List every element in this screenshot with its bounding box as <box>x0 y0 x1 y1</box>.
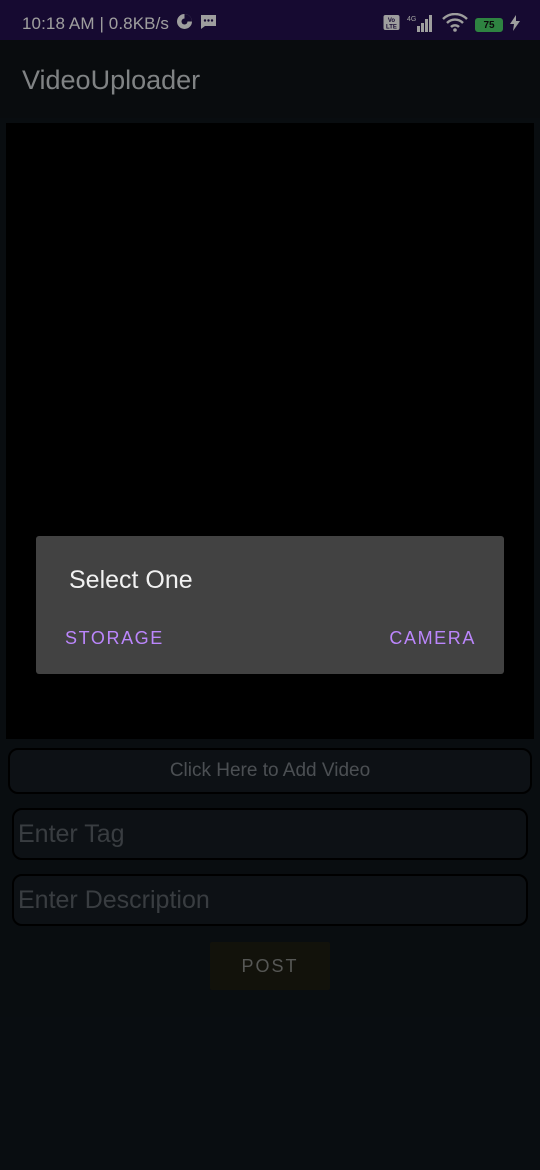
select-source-dialog: Select One STORAGE CAMERA <box>36 536 504 674</box>
camera-button[interactable]: CAMERA <box>389 628 476 649</box>
dialog-title: Select One <box>69 566 193 594</box>
storage-button[interactable]: STORAGE <box>65 628 164 649</box>
